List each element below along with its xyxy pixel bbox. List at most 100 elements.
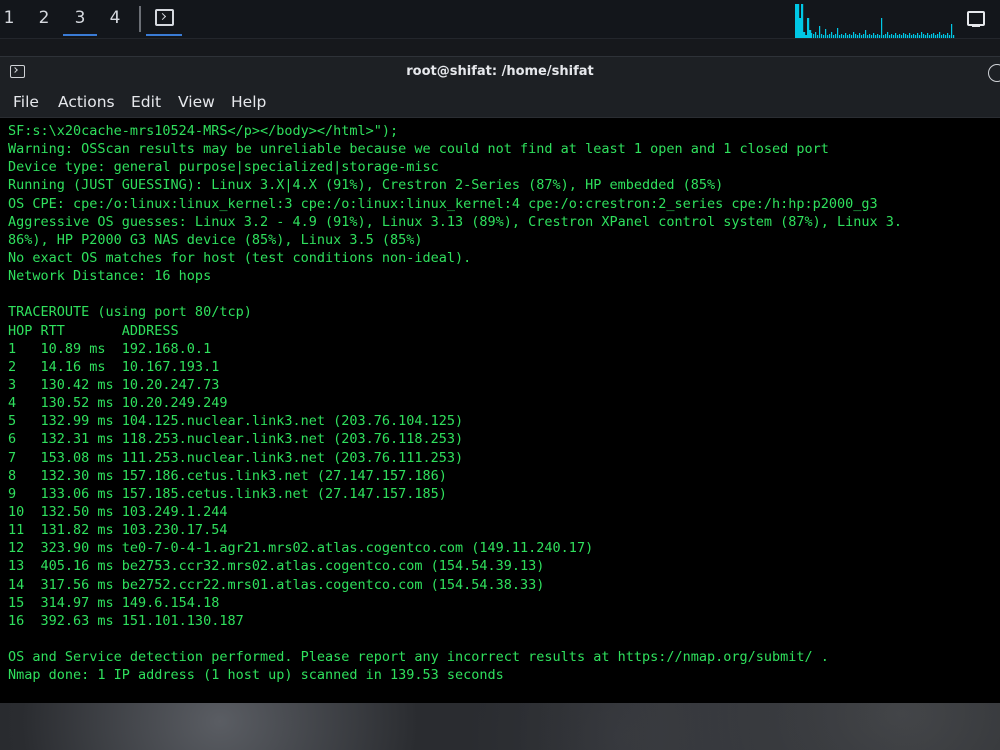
cpu-graph-bar bbox=[953, 35, 955, 38]
menu-help[interactable]: Help bbox=[231, 87, 266, 117]
cpu-graph-bar bbox=[927, 33, 929, 38]
cpu-graph-bar bbox=[899, 34, 901, 38]
cpu-graph-bar bbox=[867, 35, 869, 38]
cpu-graph-bar bbox=[941, 35, 943, 38]
cpu-graph-bar bbox=[869, 34, 871, 38]
cpu-graph-bar bbox=[901, 35, 903, 38]
cpu-graph-bar bbox=[803, 32, 806, 38]
display-icon[interactable] bbox=[967, 11, 985, 27]
terminal-line: 2 14.16 ms 10.167.193.1 bbox=[8, 358, 220, 375]
cpu-graph-bar bbox=[885, 34, 887, 38]
cpu-graph-bar bbox=[853, 32, 855, 38]
cpu-graph-bar bbox=[947, 33, 949, 38]
cpu-graph-bar bbox=[799, 18, 802, 38]
terminal-line: 5 132.99 ms 104.125.nuclear.link3.net (2… bbox=[8, 413, 464, 430]
cpu-graph-bar bbox=[873, 33, 875, 38]
cpu-graph-bar bbox=[875, 35, 877, 38]
cpu-graph-bar bbox=[877, 34, 879, 38]
cpu-graph-bar bbox=[915, 35, 917, 38]
terminal-line: HOP RTT ADDRESS bbox=[8, 322, 179, 339]
cpu-graph-bar bbox=[945, 35, 947, 38]
menu-file[interactable]: File bbox=[13, 87, 39, 117]
cpu-graph-bar bbox=[819, 26, 821, 38]
cpu-graph-bar bbox=[831, 32, 833, 38]
terminal-line: Network Distance: 16 hops bbox=[8, 268, 212, 285]
cpu-graph-bar bbox=[825, 29, 827, 38]
terminal-line: 10 132.50 ms 103.249.1.244 bbox=[8, 503, 228, 520]
cpu-graph-bar bbox=[835, 34, 837, 38]
terminal-line: Warning: OSScan results may be unreliabl… bbox=[8, 141, 829, 158]
cpu-graph-bar bbox=[817, 35, 819, 38]
cpu-graph-bar bbox=[857, 35, 859, 38]
terminal-line: 86%), HP P2000 G3 NAS device (85%), Linu… bbox=[8, 231, 423, 248]
cpu-graph-bar bbox=[829, 34, 831, 38]
terminal-line: 14 317.56 ms be2752.ccr22.mrs01.atlas.co… bbox=[8, 576, 545, 593]
menu-view[interactable]: View bbox=[178, 87, 215, 117]
cpu-graph-bar bbox=[801, 4, 804, 38]
terminal-line: OS and Service detection performed. Plea… bbox=[8, 649, 829, 666]
menu-edit[interactable]: Edit bbox=[131, 87, 161, 117]
cpu-graph-bar bbox=[851, 35, 853, 38]
cpu-graph-bar bbox=[809, 30, 812, 38]
cpu-graph-bar bbox=[951, 24, 953, 38]
workspace-1-button[interactable]: 1 bbox=[0, 0, 26, 36]
cpu-graph-bar bbox=[949, 35, 951, 38]
terminal-line: 7 153.08 ms 111.253.nuclear.link3.net (2… bbox=[8, 449, 464, 466]
terminal-taskbar-button[interactable] bbox=[146, 0, 182, 36]
cpu-graph-bar bbox=[889, 35, 891, 38]
cpu-graph-bar bbox=[909, 33, 911, 38]
cpu-graph-bar bbox=[827, 35, 829, 38]
cpu-graph-bar bbox=[905, 34, 907, 38]
top-panel: 1 2 3 4 bbox=[0, 0, 1000, 39]
cpu-graph-bar bbox=[871, 35, 873, 38]
cpu-graph-bar bbox=[837, 28, 839, 38]
cpu-graph-bar bbox=[797, 4, 800, 38]
cpu-graph-bar bbox=[845, 33, 847, 38]
workspace-4-button[interactable]: 4 bbox=[98, 0, 132, 36]
cpu-graph-bar bbox=[931, 34, 933, 38]
cpu-graph-bar bbox=[903, 33, 905, 38]
cpu-graph-bar bbox=[891, 34, 893, 38]
cpu-graph-bar bbox=[815, 32, 817, 38]
cpu-graph-bar bbox=[807, 18, 810, 38]
cpu-graph-bar bbox=[813, 34, 815, 38]
cpu-graph-bar bbox=[897, 35, 899, 38]
terminal-line: TRACEROUTE (using port 80/tcp) bbox=[8, 304, 252, 321]
cpu-graph-bar bbox=[795, 4, 798, 38]
cpu-graph-bar bbox=[881, 18, 883, 38]
cpu-graph-bar bbox=[923, 34, 925, 38]
window-title: root@shifat: /home/shifat bbox=[406, 64, 594, 79]
terminal-line: Running (JUST GUESSING): Linux 3.X|4.X (… bbox=[8, 177, 724, 194]
terminal-line: Aggressive OS guesses: Linux 3.2 - 4.9 (… bbox=[8, 213, 903, 230]
cpu-graph-bar bbox=[895, 33, 897, 38]
cpu-graph-bar bbox=[865, 30, 867, 38]
terminal-line: 12 323.90 ms te0-7-0-4-1.agr21.mrs02.atl… bbox=[8, 540, 594, 557]
terminal-line: 8 132.30 ms 157.186.cetus.link3.net (27.… bbox=[8, 467, 447, 484]
cpu-graph-bar bbox=[821, 34, 823, 38]
cpu-graph-bar bbox=[861, 35, 863, 38]
menu-actions[interactable]: Actions bbox=[58, 87, 115, 117]
window-titlebar[interactable]: root@shifat: /home/shifat bbox=[0, 57, 1000, 87]
cpu-graph-bar bbox=[841, 34, 843, 38]
cpu-graph-bar bbox=[879, 35, 881, 38]
cpu-graph-bar bbox=[919, 35, 921, 38]
cpu-graph[interactable] bbox=[795, 2, 955, 38]
cpu-graph-bar bbox=[937, 34, 939, 38]
cpu-graph-bar bbox=[925, 35, 927, 38]
cpu-graph-bar bbox=[917, 33, 919, 38]
terminal-output[interactable]: SF:s:\x20cache-mrs10524-MRS</p></body></… bbox=[0, 118, 1000, 703]
workspace-3-button[interactable]: 3 bbox=[63, 0, 97, 36]
cpu-graph-bar bbox=[839, 35, 841, 38]
window-control-button[interactable] bbox=[988, 64, 1000, 82]
terminal-line: SF:s:\x20cache-mrs10524-MRS</p></body></… bbox=[8, 123, 399, 139]
cpu-graph-bar bbox=[893, 35, 895, 38]
terminal-line: OS CPE: cpe:/o:linux:linux_kernel:3 cpe:… bbox=[8, 195, 878, 212]
cpu-graph-bar bbox=[939, 32, 941, 38]
cpu-graph-bar bbox=[887, 32, 889, 38]
terminal-line: 16 392.63 ms 151.101.130.187 bbox=[8, 612, 244, 629]
workspace-2-button[interactable]: 2 bbox=[27, 0, 61, 36]
cpu-graph-bar bbox=[921, 32, 923, 38]
terminal-line: No exact OS matches for host (test condi… bbox=[8, 249, 472, 266]
